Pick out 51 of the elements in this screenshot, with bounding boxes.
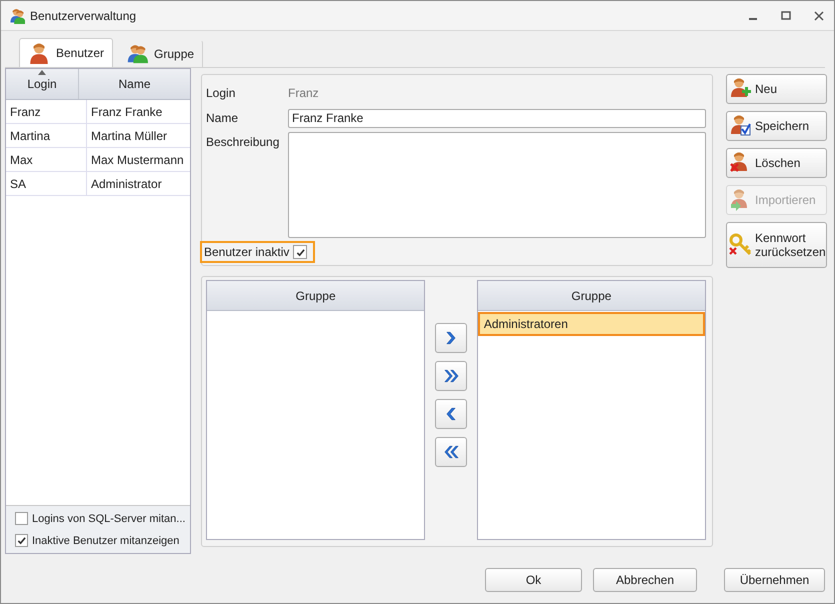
- dialog-button[interactable]: Abbrechen: [593, 568, 697, 592]
- action-button[interactable]: Neu: [726, 74, 827, 104]
- field-label: Name: [206, 111, 240, 125]
- column-header[interactable]: Login: [6, 69, 79, 99]
- action-button[interactable]: Speichern: [726, 111, 827, 141]
- arrow-right-button[interactable]: [435, 323, 468, 353]
- table-cell[interactable]: Martina Müller: [87, 124, 190, 147]
- tab[interactable]: Gruppe: [117, 40, 204, 67]
- maximize-icon[interactable]: [779, 8, 793, 22]
- column-header[interactable]: Name: [79, 69, 190, 99]
- arrow-left-button[interactable]: [435, 399, 468, 429]
- close-icon[interactable]: [812, 8, 826, 22]
- action-button[interactable]: Kennwort zurücksetzen: [726, 222, 827, 268]
- users-icon: [126, 43, 148, 65]
- checkbox-label: Inaktive Benutzer mitanzeigen: [32, 534, 180, 546]
- column-header[interactable]: Gruppe: [478, 281, 705, 311]
- name-field[interactable]: Franz Franke: [288, 108, 706, 128]
- arrow-right-icon: [446, 331, 456, 345]
- column-title: Name: [118, 77, 150, 91]
- double-arrow-right-icon: [444, 369, 459, 383]
- key-icon: [729, 233, 753, 257]
- field-label: Beschreibung: [206, 134, 280, 151]
- user-check-icon: [729, 114, 753, 138]
- double-arrow-left-button[interactable]: [435, 437, 468, 467]
- table-cell[interactable]: Max: [6, 148, 87, 171]
- table-cell[interactable]: Franz: [6, 100, 87, 123]
- table-cell[interactable]: SA: [6, 172, 87, 195]
- double-arrow-right-button[interactable]: [435, 361, 468, 391]
- user-icon: [28, 42, 50, 64]
- checkbox-label: Logins von SQL-Server mitan...: [32, 512, 186, 524]
- table-cell[interactable]: Martina: [6, 124, 87, 147]
- arrow-left-icon: [446, 407, 456, 421]
- dialog-button[interactable]: Ok: [485, 568, 582, 592]
- table-cell[interactable]: Administrator: [87, 172, 190, 195]
- column-header[interactable]: Gruppe: [207, 281, 424, 311]
- list-item[interactable]: Administratoren: [478, 312, 705, 336]
- table-cell[interactable]: Franz Franke: [87, 100, 190, 123]
- column-title: Login: [27, 77, 57, 91]
- window-title: Benutzerverwaltung: [30, 8, 138, 22]
- login-value: Franz: [288, 86, 319, 100]
- checkbox-label: Benutzer inaktiv: [204, 245, 290, 259]
- users-icon: [9, 8, 25, 24]
- apply-button[interactable]: Übernehmen: [724, 568, 825, 592]
- field-label: Login: [206, 86, 236, 100]
- action-button[interactable]: Löschen: [726, 148, 827, 178]
- checkbox[interactable]: [15, 512, 28, 525]
- checkbox[interactable]: [15, 534, 28, 547]
- tab[interactable]: Benutzer: [19, 38, 114, 67]
- description-field[interactable]: [288, 132, 706, 238]
- double-arrow-left-icon: [444, 445, 459, 459]
- table-cell[interactable]: Max Mustermann: [87, 148, 190, 171]
